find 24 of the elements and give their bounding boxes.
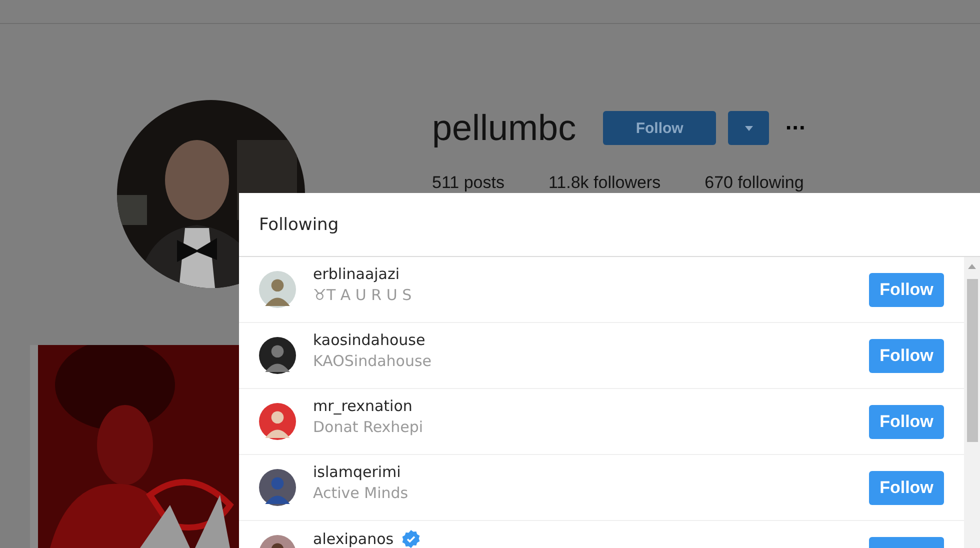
more-options[interactable]: ··· — [785, 118, 806, 138]
scroll-up-icon[interactable] — [968, 264, 976, 269]
caret-icon — [744, 126, 753, 130]
follow-button[interactable]: Follow — [869, 404, 944, 438]
full-name: KAOSindahouse — [313, 352, 433, 370]
follow-button[interactable]: Follow — [869, 470, 944, 504]
username[interactable]: alexipanos — [313, 530, 394, 548]
scrollbar-thumb[interactable] — [966, 279, 978, 442]
dropdown-button[interactable] — [728, 111, 770, 145]
full-name: Donat Rexhepi — [313, 418, 424, 436]
follow-button[interactable]: Follow — [869, 338, 944, 372]
username[interactable]: islamqerimi — [313, 464, 401, 481]
scrollbar[interactable] — [964, 257, 980, 548]
username[interactable]: erblinaajazi — [313, 266, 400, 283]
full-name: Active Minds — [313, 484, 410, 502]
follow-button[interactable]: Follow — [869, 272, 944, 306]
stat[interactable]: 670 following — [704, 173, 804, 193]
follow-button[interactable]: Follow — [603, 111, 716, 145]
stat[interactable]: 11.8k followers — [548, 173, 661, 193]
stat[interactable]: 511 posts — [432, 173, 504, 193]
username[interactable]: kaosindahouse — [313, 332, 426, 349]
username: pellumbc — [432, 107, 576, 149]
full-name: ♉T A U R U S — [313, 286, 413, 304]
username[interactable]: mr_rexnation — [313, 398, 412, 415]
